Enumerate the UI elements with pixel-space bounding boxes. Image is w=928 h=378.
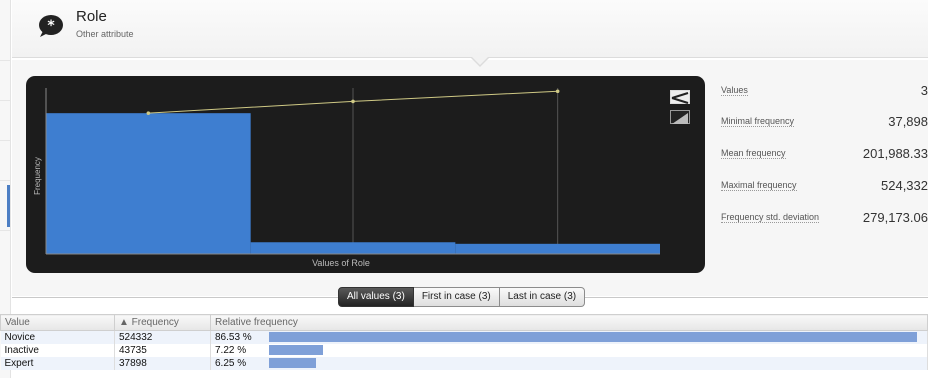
page-title: Role — [76, 8, 107, 25]
chart-bar-novice — [46, 113, 251, 254]
asterisk-speech-bubble-icon: * — [39, 15, 63, 37]
header-pointer — [472, 57, 488, 65]
stat-label: Values — [721, 85, 748, 96]
relative-bar — [269, 357, 316, 368]
table-row[interactable]: Inactive 43735 7.22 % — [0, 343, 928, 357]
gutter-divider — [0, 60, 10, 61]
chart-bar-inactive — [250, 242, 456, 254]
chart-line-point — [146, 111, 151, 115]
stat-value: 524,332 — [881, 178, 928, 193]
x-axis-label: Values of Role — [312, 258, 370, 268]
table-header-row: Value ▲ Frequency Relative frequency — [0, 314, 928, 331]
cell-frequency: 37898 — [114, 356, 211, 370]
stat-value: 3 — [920, 83, 928, 98]
cell-relative: 7.22 % — [210, 343, 928, 357]
stat-label: Maximal frequency — [721, 180, 797, 191]
page-subtitle: Other attribute — [76, 29, 134, 39]
tab-all-values[interactable]: All values (3) — [338, 287, 414, 307]
cell-relative: 6.25 % — [210, 356, 928, 370]
stat-label: Minimal frequency — [721, 116, 795, 127]
cell-value: Novice — [0, 330, 115, 344]
gutter-divider — [0, 140, 10, 141]
area-chart-icon[interactable] — [670, 110, 690, 124]
stat-minimal-frequency: Minimal frequency 37,898 — [721, 109, 928, 129]
cell-frequency: 43735 — [114, 343, 211, 357]
chart-line-point — [351, 99, 355, 104]
y-axis-label: Frequency — [33, 157, 42, 195]
tab-first-in-case[interactable]: First in case (3) — [413, 287, 500, 307]
relative-percent: 6.25 % — [215, 357, 247, 369]
relative-bar — [269, 332, 917, 343]
stat-label: Frequency std. deviation — [721, 212, 820, 223]
svg-text:*: * — [47, 18, 55, 34]
stat-value: 201,988.33 — [862, 146, 928, 161]
column-header-value[interactable]: Value — [0, 314, 115, 331]
relative-percent: 86.53 % — [215, 331, 252, 343]
table-row[interactable]: Expert 37898 6.25 % — [0, 356, 928, 370]
tab-last-in-case[interactable]: Last in case (3) — [499, 287, 586, 307]
chart-line-point — [555, 89, 560, 94]
chart-bar-expert — [455, 243, 660, 254]
stat-maximal-frequency: Maximal frequency 524,332 — [721, 173, 928, 193]
gutter-divider — [0, 230, 10, 231]
cell-relative: 86.53 % — [210, 330, 928, 344]
gutter-selection-marker — [7, 185, 10, 227]
line-chart-icon[interactable] — [670, 90, 690, 104]
gutter-divider — [0, 180, 10, 181]
frequency-chart: Values of Role Frequency — [33, 88, 660, 268]
cell-value: Expert — [0, 356, 115, 370]
relative-percent: 7.22 % — [215, 344, 247, 356]
relative-bar — [269, 344, 323, 355]
frequency-table: Value ▲ Frequency Relative frequency Nov… — [0, 314, 928, 370]
cell-frequency: 524332 — [114, 330, 211, 344]
chart-grid — [352, 88, 559, 254]
stat-mean-frequency: Mean frequency 201,988.33 — [721, 141, 928, 161]
stat-std-deviation: Frequency std. deviation 279,173.06 — [721, 205, 928, 225]
attribute-header: * Role Other attribute — [12, 0, 928, 58]
column-header-relative-frequency[interactable]: Relative frequency — [210, 314, 928, 331]
gutter-divider — [0, 100, 10, 101]
column-header-frequency[interactable]: ▲ Frequency — [114, 314, 211, 331]
value-scope-tabs: All values (3) First in case (3) Last in… — [338, 287, 586, 307]
stat-values: Values 3 — [721, 78, 928, 98]
stat-label: Mean frequency — [721, 148, 786, 159]
frequency-chart-panel: Values of Role Frequency — [26, 76, 705, 273]
table-row[interactable]: Novice 524332 86.53 % — [0, 330, 928, 344]
stat-value: 37,898 — [888, 114, 928, 129]
stat-value: 279,173.06 — [862, 210, 928, 225]
cell-value: Inactive — [0, 343, 115, 357]
